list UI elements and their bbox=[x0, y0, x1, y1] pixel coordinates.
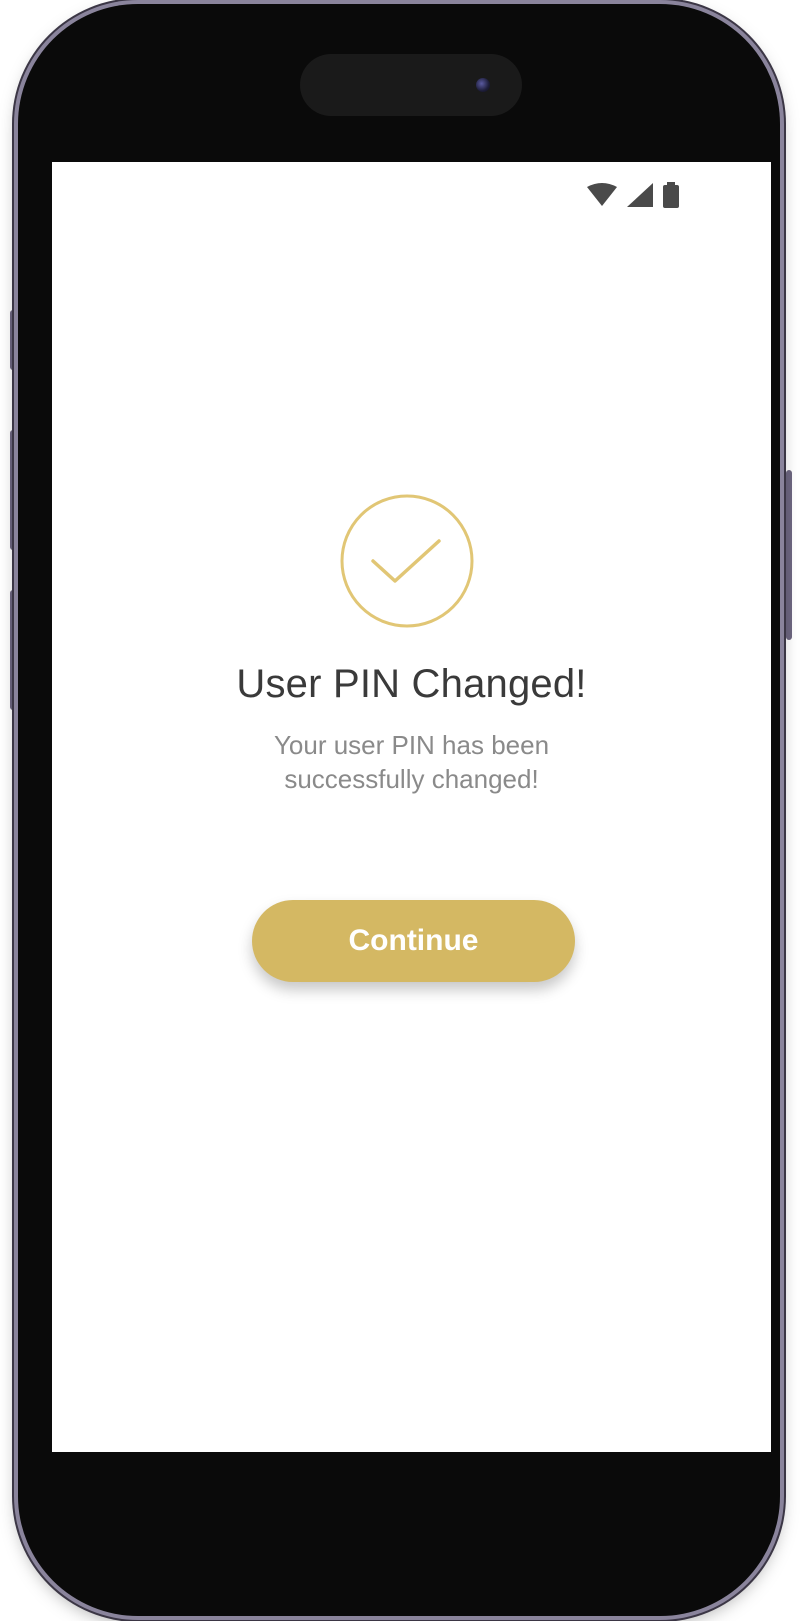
success-content: User PIN Changed! Your user PIN has been… bbox=[52, 162, 771, 1452]
page-title: User PIN Changed! bbox=[236, 662, 587, 706]
continue-button[interactable]: Continue bbox=[252, 900, 575, 982]
success-message: Your user PIN has been successfully chan… bbox=[52, 728, 771, 796]
front-camera bbox=[476, 78, 490, 92]
success-message-line-1: Your user PIN has been bbox=[273, 730, 550, 760]
volume-up-button[interactable] bbox=[10, 430, 16, 550]
action-button[interactable] bbox=[10, 310, 16, 370]
success-message-line-2: successfully changed! bbox=[284, 764, 539, 794]
check-circle-icon bbox=[340, 494, 474, 628]
canvas: User PIN Changed! Your user PIN has been… bbox=[0, 0, 800, 1621]
phone-screen: User PIN Changed! Your user PIN has been… bbox=[52, 162, 771, 1452]
power-button[interactable] bbox=[786, 470, 792, 640]
volume-down-button[interactable] bbox=[10, 590, 16, 710]
